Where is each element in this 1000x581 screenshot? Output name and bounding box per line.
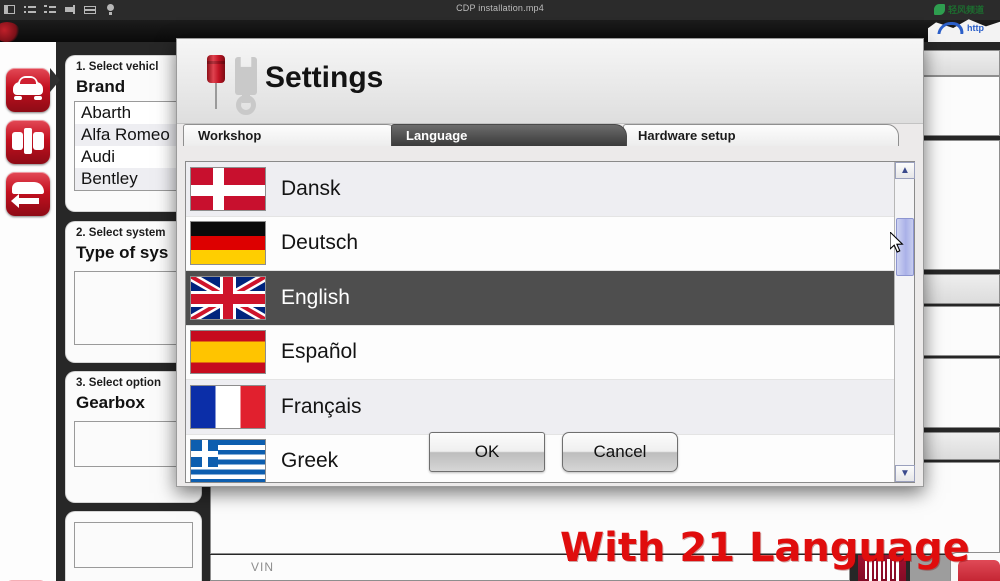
screen: CDP installation.mp4 轻风频道 http 1. Select… xyxy=(0,0,1000,581)
watermark-url-text: http xyxy=(967,23,984,33)
language-label: Français xyxy=(281,394,362,418)
list-item[interactable]: Audi xyxy=(75,146,192,168)
promo-overlay-text: With 21 Language xyxy=(560,525,970,571)
tab-workshop-label: Workshop xyxy=(198,128,262,143)
back-vehicle-icon xyxy=(6,172,50,216)
vehicle-select-icon xyxy=(6,68,50,112)
language-label: Greek xyxy=(281,449,339,473)
language-label: Deutsch xyxy=(281,231,359,255)
cancel-button[interactable]: Cancel xyxy=(562,432,678,472)
scroll-up-arrow-icon[interactable]: ▲ xyxy=(895,162,915,179)
flag-denmark-icon xyxy=(190,166,266,211)
language-label: Español xyxy=(281,340,357,364)
list-item[interactable]: Español xyxy=(186,325,894,380)
scroll-up-glyph: ▲ xyxy=(900,164,910,176)
sidebar-item-chassis[interactable] xyxy=(6,120,50,164)
watermark-channel-text: 轻风频道 xyxy=(948,5,985,15)
player-title: CDP installation.mp4 xyxy=(456,3,544,13)
arc-icon xyxy=(937,22,965,34)
list-item[interactable]: Alfa Romeo xyxy=(75,124,192,146)
panel-extra xyxy=(66,512,201,581)
rail-active-pointer xyxy=(50,68,60,92)
scroll-down-glyph: ▼ xyxy=(900,467,910,479)
list-item-selected[interactable]: English xyxy=(186,271,894,326)
flag-greece-icon xyxy=(190,439,266,482)
list-item[interactable]: Deutsch xyxy=(186,216,894,271)
list-item[interactable]: Dansk xyxy=(186,162,894,217)
dialog-title: Settings xyxy=(265,61,384,94)
language-label: Dansk xyxy=(281,176,341,200)
flag-spain-icon xyxy=(190,330,266,375)
list-item[interactable]: Abarth xyxy=(75,102,192,124)
watermark-channel: 轻风频道 xyxy=(934,3,984,16)
screwdriver-wrench-icon xyxy=(199,51,261,115)
tab-hardware-setup-label: Hardware setup xyxy=(638,128,736,143)
language-label: English xyxy=(281,285,350,309)
language-list-panel: Dansk Deutsch English Español Français G… xyxy=(185,161,915,483)
language-list-scrollbar[interactable]: ▲ ▼ xyxy=(894,162,915,482)
flag-france-icon xyxy=(190,384,266,429)
leaf-icon xyxy=(934,4,945,15)
watermark-url: http xyxy=(937,22,984,34)
mouse-cursor xyxy=(890,232,904,253)
list-item[interactable]: Français xyxy=(186,380,894,435)
extra-list[interactable] xyxy=(74,522,193,568)
ok-button[interactable]: OK xyxy=(429,432,545,472)
sidebar-item-vehicle[interactable] xyxy=(6,68,50,112)
flag-united-kingdom-icon xyxy=(190,275,266,320)
tab-workshop[interactable]: Workshop xyxy=(183,124,399,146)
left-rail xyxy=(0,42,60,581)
flag-germany-icon xyxy=(190,221,266,266)
tab-language[interactable]: Language xyxy=(391,124,627,146)
list-item[interactable]: Bentley xyxy=(75,168,192,190)
sidebar-item-back-vehicle[interactable] xyxy=(6,172,50,216)
watermark: 轻风频道 http xyxy=(928,0,1000,46)
dialog-header: Settings xyxy=(177,39,923,124)
scroll-down-arrow-icon[interactable]: ▼ xyxy=(895,465,915,482)
chassis-icon xyxy=(6,120,50,164)
tab-language-label: Language xyxy=(406,128,468,143)
player-toolbar: CDP installation.mp4 xyxy=(0,0,1000,20)
vin-label: VIN xyxy=(251,560,275,574)
settings-dialog: Settings Workshop Hardware setup Languag… xyxy=(176,38,924,487)
tab-hardware-setup[interactable]: Hardware setup xyxy=(623,124,899,146)
dialog-tabs: Workshop Hardware setup Language xyxy=(183,124,917,146)
